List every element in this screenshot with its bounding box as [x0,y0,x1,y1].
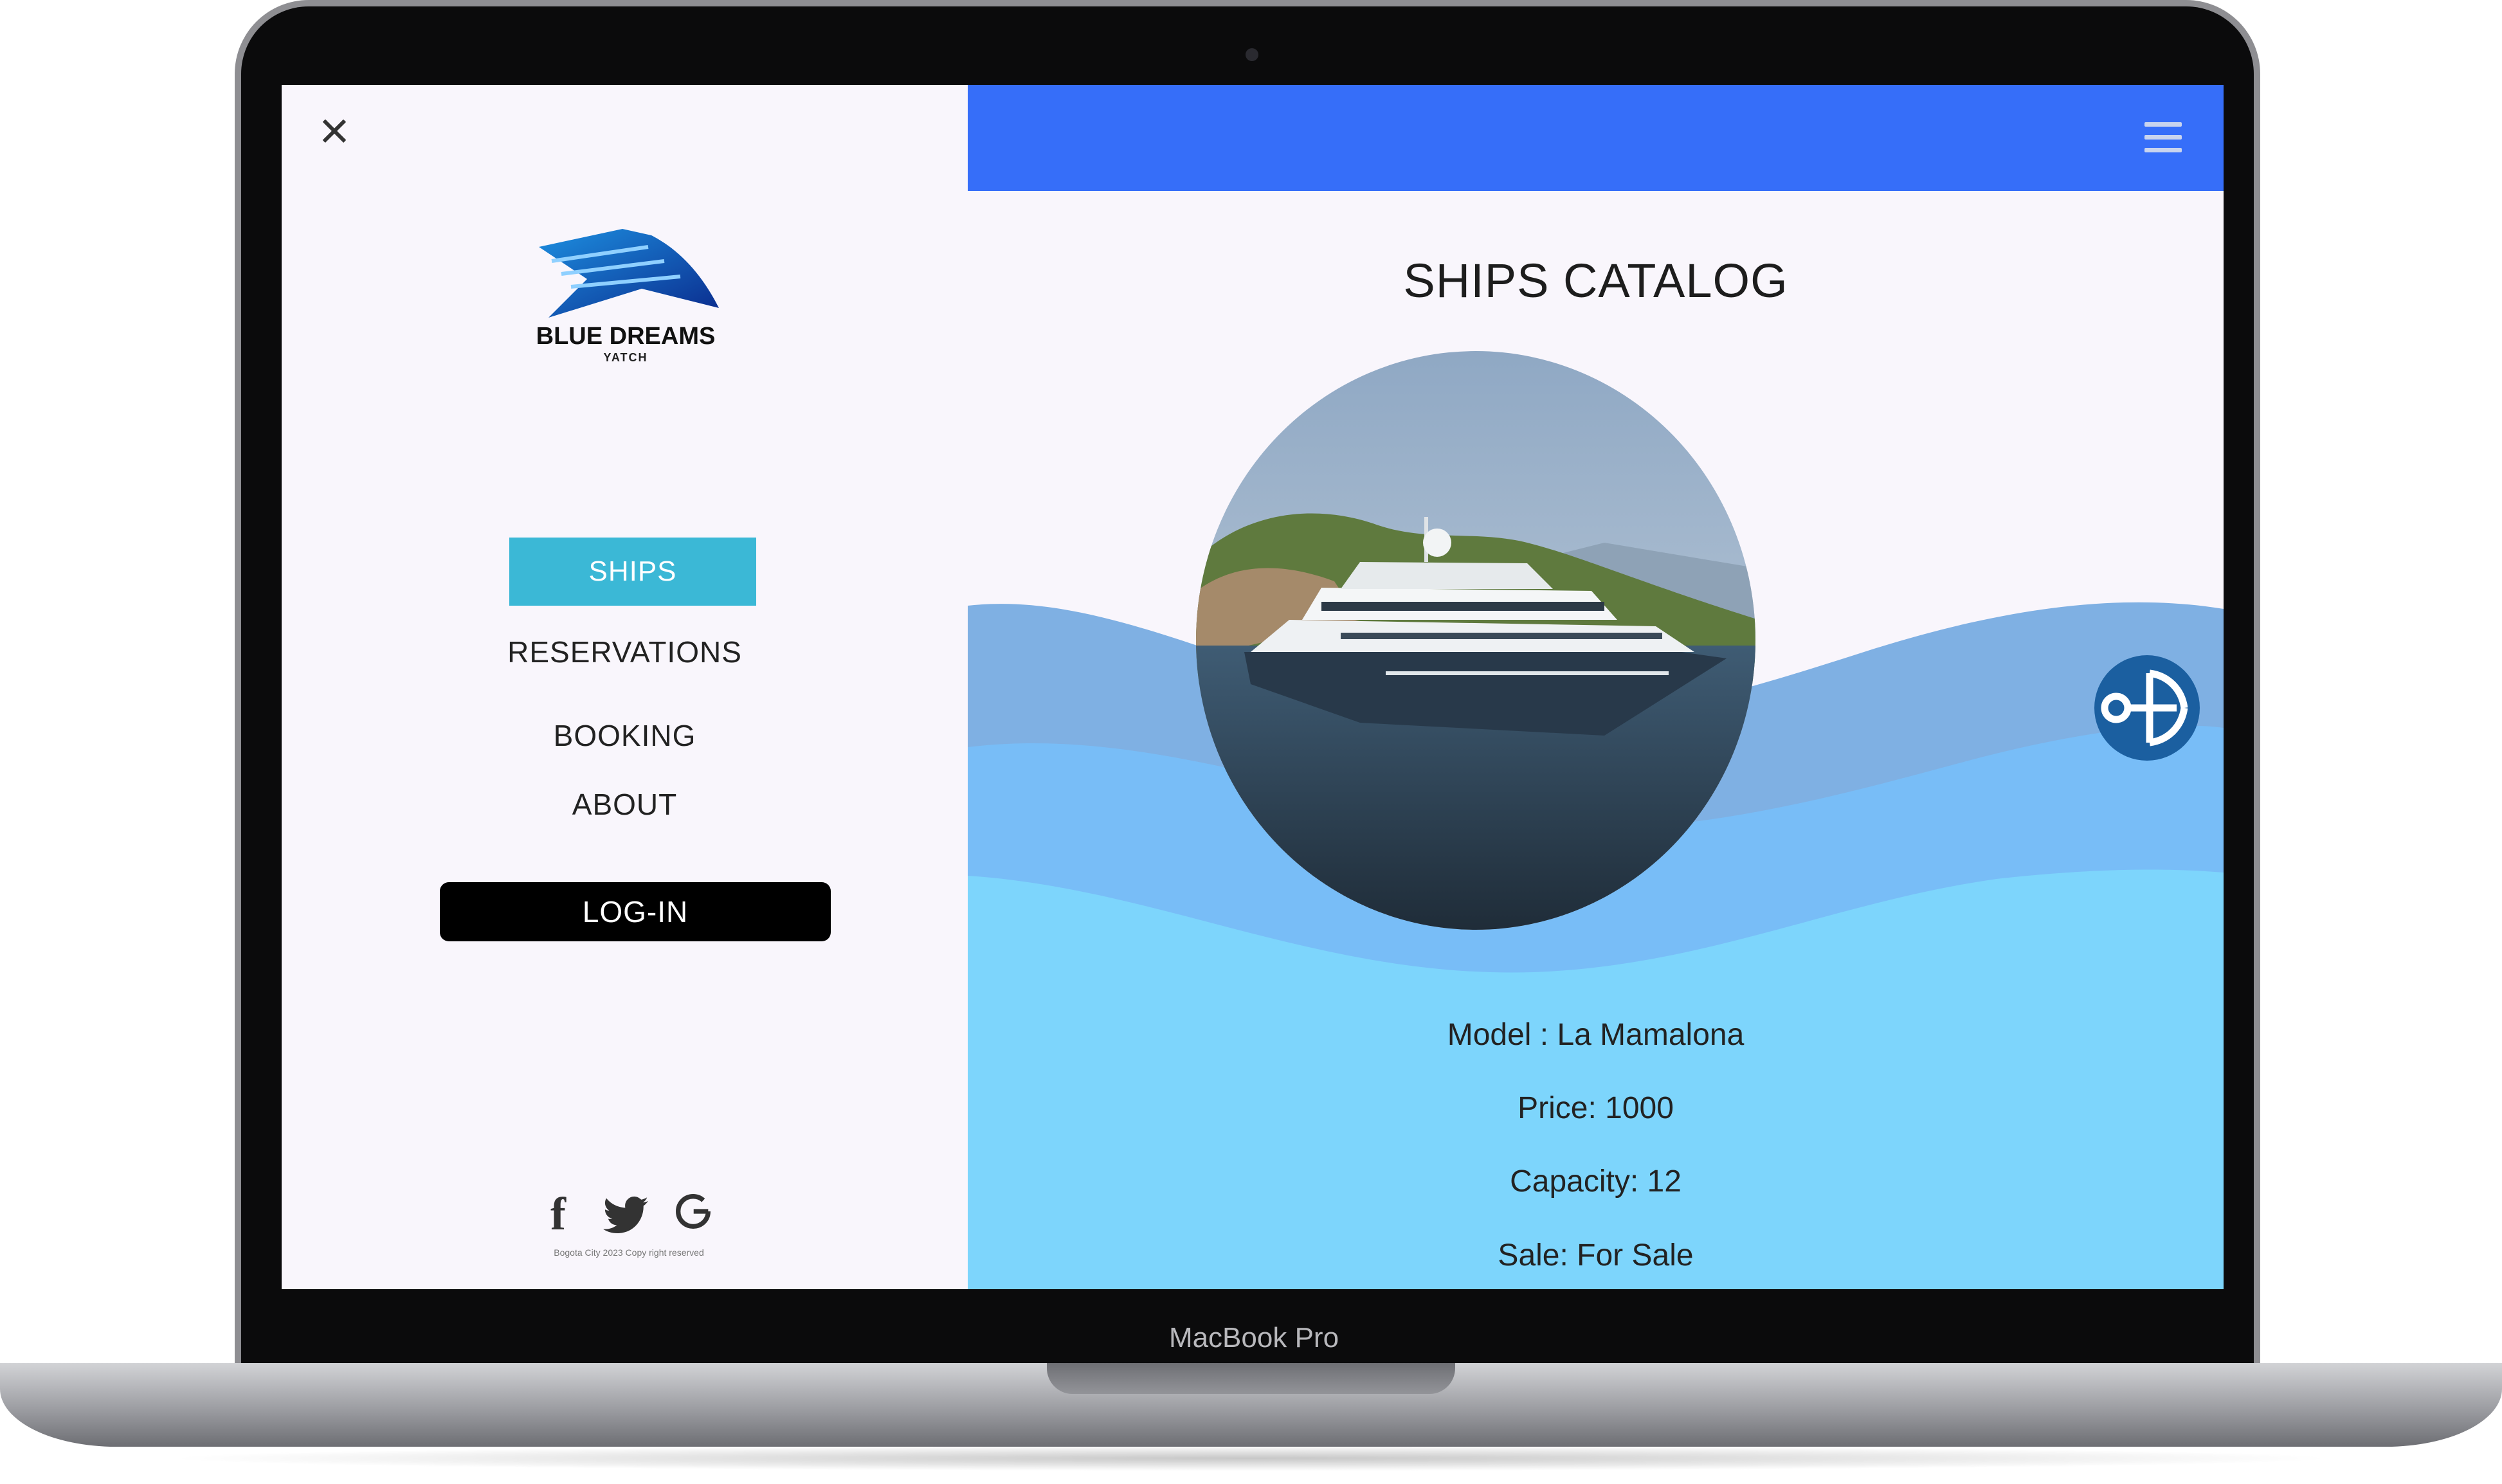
facebook-icon[interactable]: f [550,1188,566,1240]
brand-subtitle: YATCH [603,351,648,364]
laptop-notch [1047,1363,1455,1394]
twitter-icon[interactable] [603,1193,648,1245]
page-title: SHIPS CATALOG [1403,254,1788,307]
main-content: SHIPS CATALOG Model : La Mamalona Price:… [968,85,2224,1289]
ship-photo [1196,351,1755,930]
screen: × BLUE DREAMS YATCH SHIPS RESERVATIONS B… [282,85,2224,1289]
laptop-shadow [161,1445,2341,1471]
ship-price: Price: 1000 [1518,1091,1674,1125]
nav-item-ships[interactable]: SHIPS [509,538,756,606]
close-icon[interactable]: × [314,105,355,158]
sidebar: × BLUE DREAMS YATCH SHIPS RESERVATIONS B… [282,85,968,1289]
nav-item-booking[interactable]: BOOKING [282,718,968,753]
brand-logo: BLUE DREAMS YATCH [526,221,725,369]
nav-item-about[interactable]: ABOUT [282,787,968,822]
anchor-icon[interactable] [2093,654,2201,762]
nav-item-reservations[interactable]: RESERVATIONS [282,635,968,669]
ship-capacity: Capacity: 12 [1510,1164,1682,1199]
camera [1246,48,1258,61]
yacht-logo-icon [539,229,719,318]
footer-copyright: Bogota City 2023 Copy right reserved [554,1247,704,1258]
login-button[interactable]: LOG-IN [440,882,831,941]
google-icon[interactable] [671,1188,716,1240]
device-label: MacBook Pro [1168,1322,1339,1353]
social-links: f [539,1188,732,1240]
ship-model: Model : La Mamalona [1447,1018,1745,1052]
ship-sale-status: Sale: For Sale [1498,1238,1694,1272]
brand-name: BLUE DREAMS [536,323,716,350]
